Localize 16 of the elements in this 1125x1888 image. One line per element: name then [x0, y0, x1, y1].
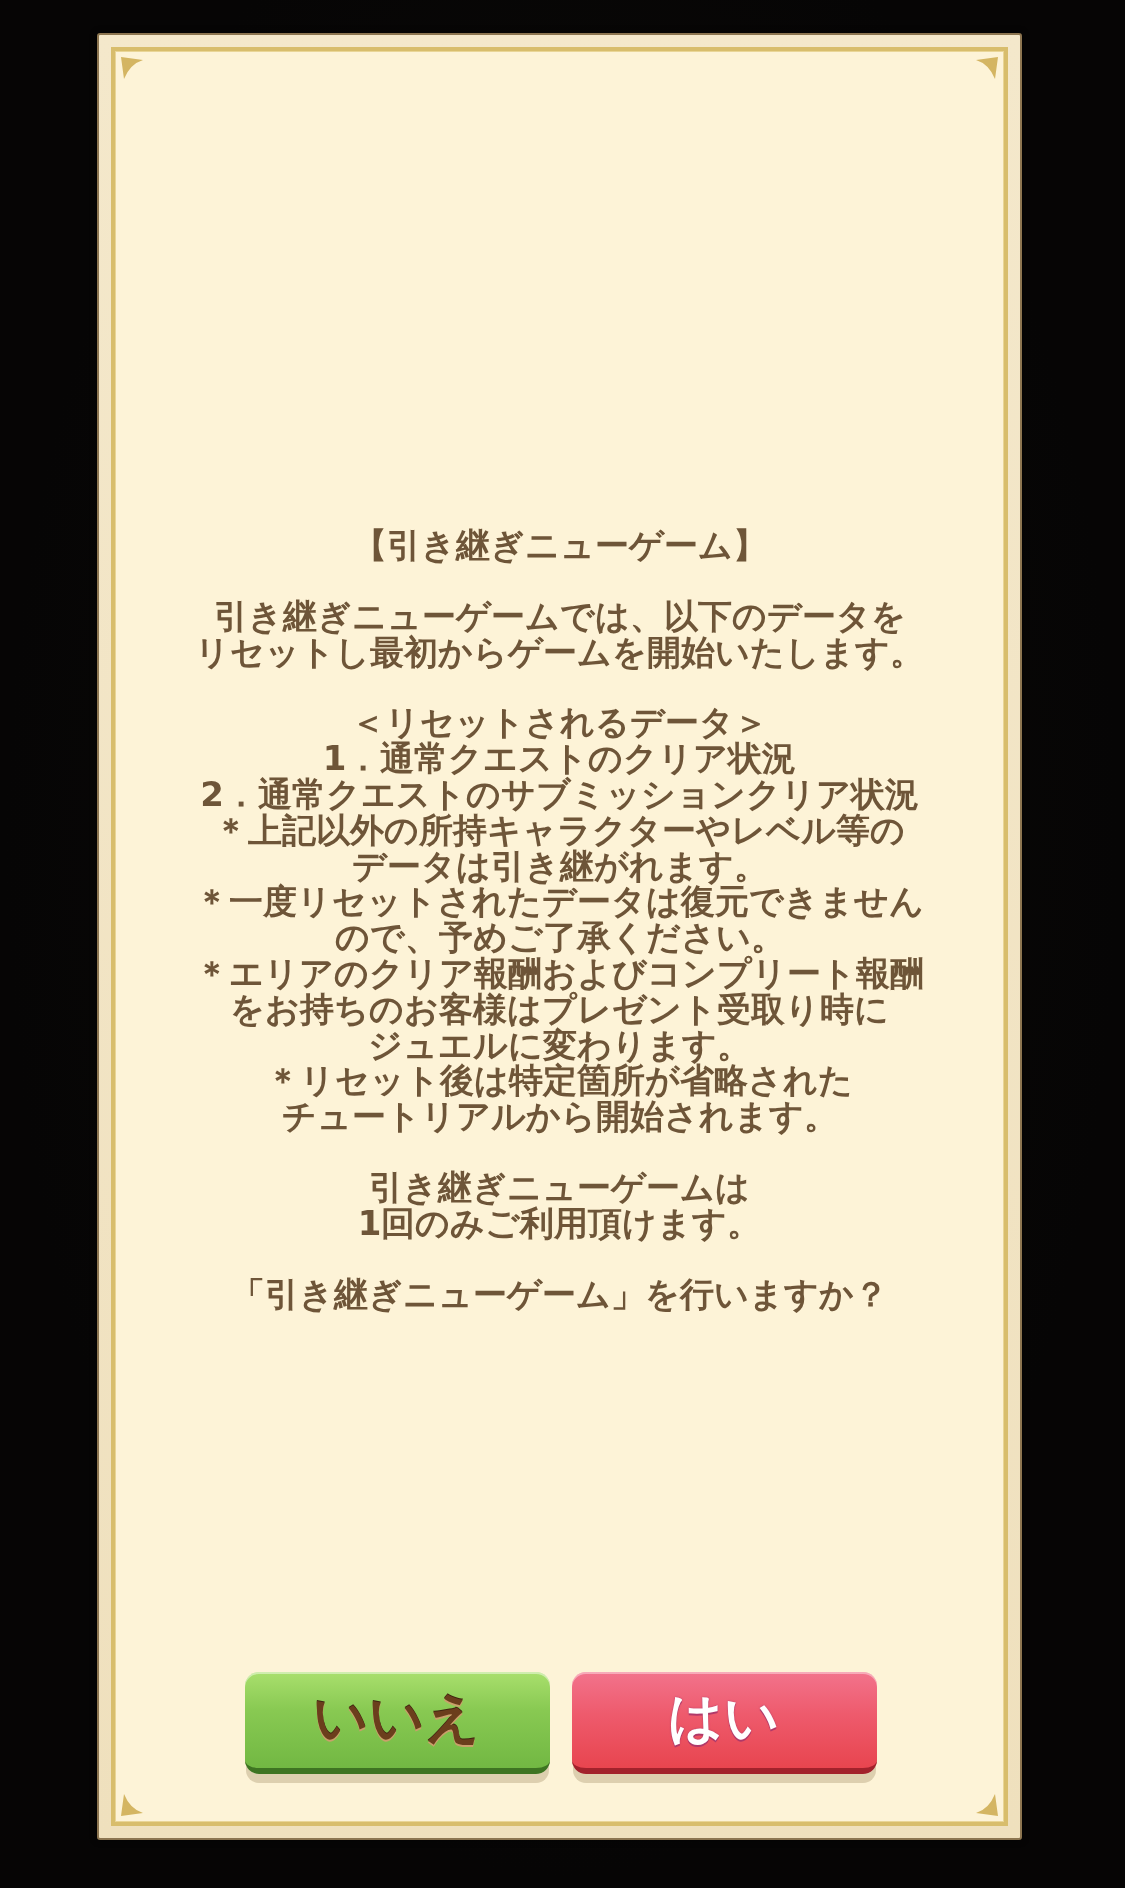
- note-text: ＊リセット後は特定箇所が省略された チュートリアルから開始されます。: [266, 1063, 853, 1135]
- message-text: 引き継ぎニューゲームでは、以下のデータを リセットし最初からゲームを開始いたします。: [195, 598, 924, 671]
- list-item: 1．通常クエストのクリア状況: [322, 741, 797, 777]
- question-text: 「引き継ぎニューゲーム」を行いますか？: [231, 1276, 888, 1313]
- note-text: ＊一度リセットされたデータは復元できません ので、予めご了承ください。: [195, 884, 924, 956]
- corner-ornament-icon: [121, 1794, 143, 1816]
- corner-ornament-icon: [976, 57, 998, 79]
- corner-ornament-icon: [976, 1794, 998, 1816]
- message-text: 引き継ぎニューゲームは 1回のみご利用頂けます。: [357, 1169, 762, 1242]
- list-item: 2．通常クエストのサブミッションクリア状況: [200, 777, 919, 813]
- note-text: ＊エリアのクリア報酬およびコンプリート報酬 をお持ちのお客様はプレゼント受取り時に ジュエルに変わります。: [195, 955, 924, 1064]
- yes-button[interactable]: はい: [571, 1672, 877, 1774]
- dialog-title: 【引き継ぎニューゲーム】: [352, 528, 767, 564]
- section-heading: ＜リセットされるデータ＞: [351, 705, 768, 742]
- corner-ornament-icon: [121, 57, 143, 79]
- no-button[interactable]: いいえ: [244, 1672, 550, 1774]
